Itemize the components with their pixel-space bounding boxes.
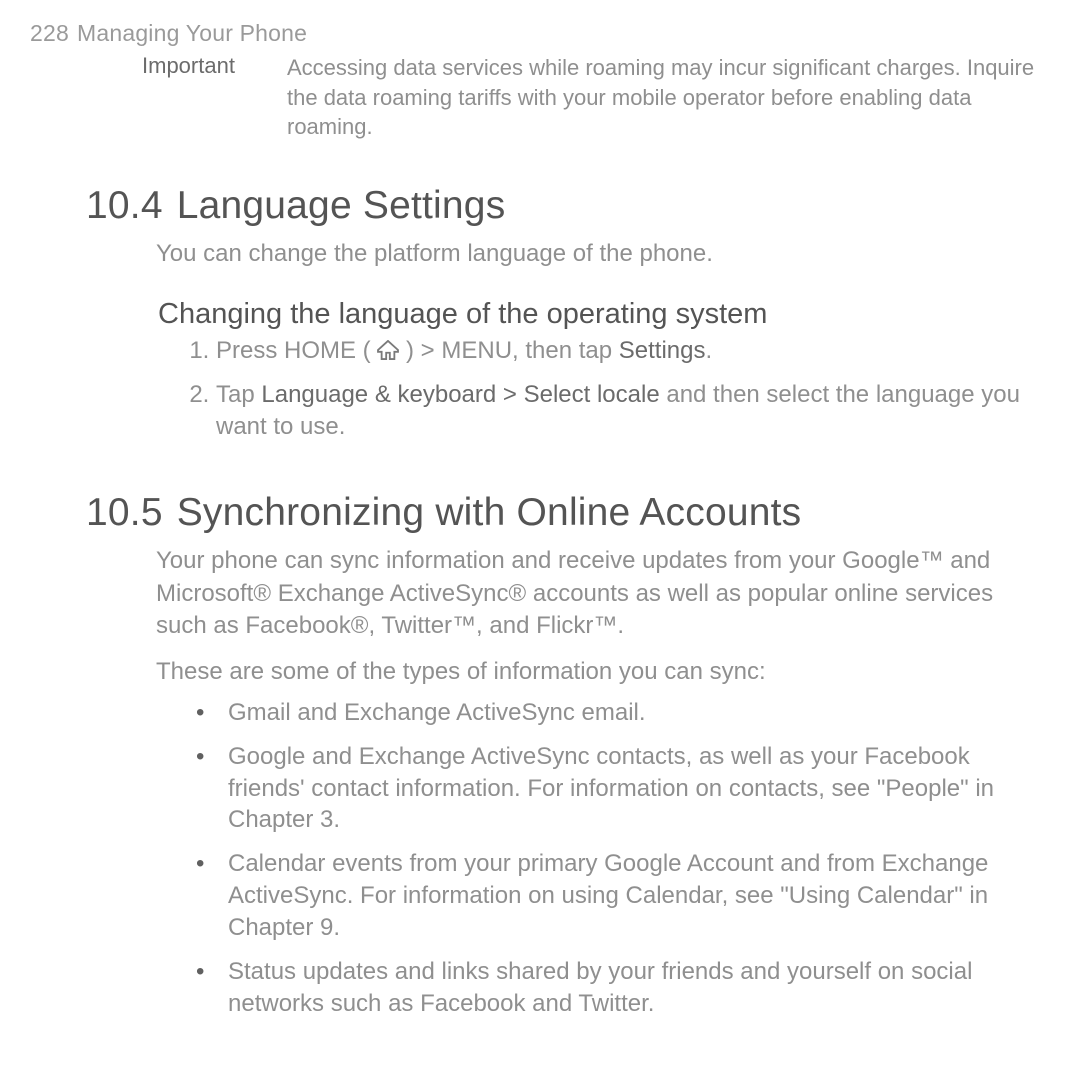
home-icon — [377, 337, 399, 369]
section-number: 10.4 — [86, 184, 163, 228]
sync-bullet-list: Gmail and Exchange ActiveSync email. Goo… — [190, 697, 1025, 1020]
list-item: Google and Exchange ActiveSync contacts,… — [190, 741, 1025, 837]
list-item: Calendar events from your primary Google… — [190, 848, 1025, 944]
subhead-change-language: Changing the language of the operating s… — [158, 298, 1050, 331]
list-item: Gmail and Exchange ActiveSync email. — [190, 697, 1025, 729]
page: 228 Managing Your Phone Important Accessi… — [0, 0, 1080, 1080]
section-number: 10.5 — [86, 491, 163, 535]
page-number: 228 — [30, 20, 69, 46]
list-item: Status updates and links shared by your … — [190, 956, 1025, 1020]
important-note: Important Accessing data services while … — [142, 53, 1045, 142]
section-name: Synchronizing with Online Accounts — [177, 491, 802, 534]
section-10-4-title: 10.4 Language Settings — [86, 184, 1050, 228]
header-title: Managing Your Phone — [77, 20, 307, 46]
note-label: Important — [142, 53, 287, 79]
step-2-text-a: Tap — [216, 381, 261, 408]
steps-list: Press HOME ( ) > MENU, then tap Settings… — [190, 335, 1020, 443]
step-1-text-d: . — [705, 337, 712, 364]
section-10-5-intro-2: These are some of the types of informati… — [156, 656, 1020, 688]
section-name: Language Settings — [177, 184, 506, 227]
step-2-path: Language & keyboard > Select locale — [261, 381, 659, 408]
step-2: Tap Language & keyboard > Select locale … — [216, 379, 1020, 443]
step-1: Press HOME ( ) > MENU, then tap Settings… — [216, 335, 1020, 369]
step-1-text-b: ) > MENU, then tap — [399, 337, 618, 364]
section-10-5-title: 10.5 Synchronizing with Online Accounts — [86, 491, 1050, 535]
step-1-settings: Settings — [619, 337, 706, 364]
step-1-text-a: Press HOME ( — [216, 337, 377, 364]
section-10-5-intro-1: Your phone can sync information and rece… — [156, 545, 1020, 642]
page-header: 228 Managing Your Phone — [30, 20, 1050, 47]
section-10-4-intro: You can change the platform language of … — [156, 238, 1020, 270]
note-text: Accessing data services while roaming ma… — [287, 53, 1045, 142]
